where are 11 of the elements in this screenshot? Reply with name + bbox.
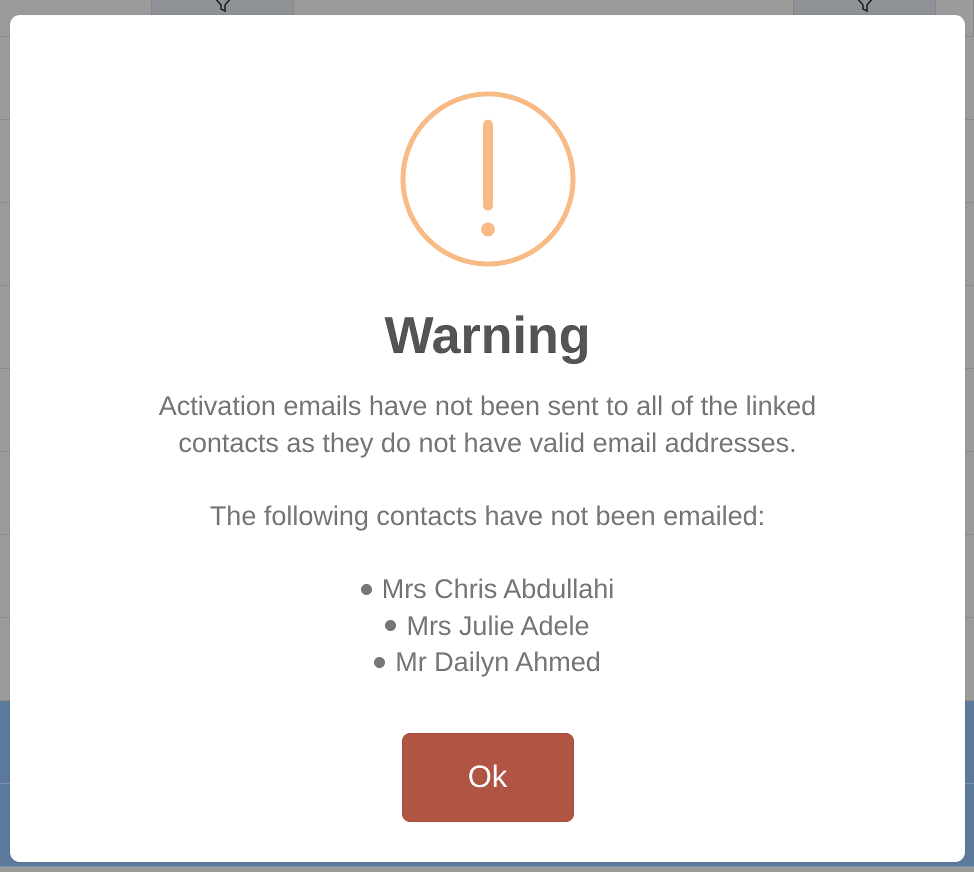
warning-icon [398,90,576,268]
bullet-icon [374,656,386,668]
contact-name: Mr Dailyn Ahmed [395,646,601,679]
dialog-message: The following contacts have not been emailed: [208,500,766,533]
bullet-icon [385,620,396,632]
bullet-icon [360,584,372,595]
contact-name: Mrs Julie Adele [406,610,590,642]
contact-name: Mrs Chris Abdullahi [382,573,614,606]
ok-button[interactable]: Ok [402,732,574,822]
dialog-message: Activation emails have not been sent to all of the linked contacts as they do not have valid email addresses. [158,390,818,460]
dialog-title: Warning [384,306,591,366]
